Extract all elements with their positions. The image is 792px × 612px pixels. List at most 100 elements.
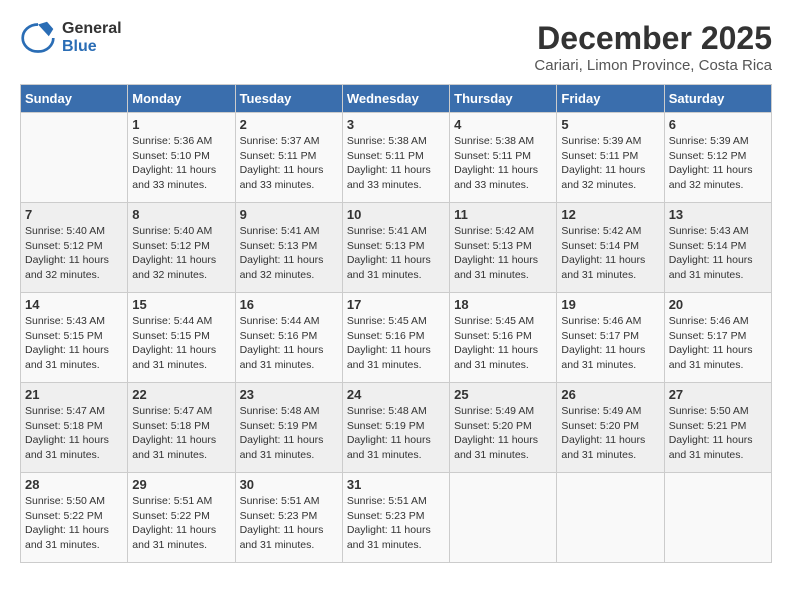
day-cell: 8 Sunrise: 5:40 AM Sunset: 5:12 PM Daylig…	[128, 203, 235, 293]
day-number: 8	[132, 207, 230, 222]
day-number: 17	[347, 297, 445, 312]
day-cell: 4 Sunrise: 5:38 AM Sunset: 5:11 PM Daylig…	[450, 113, 557, 203]
day-info: Sunrise: 5:49 AM Sunset: 5:20 PM Dayligh…	[454, 404, 552, 463]
day-cell: 1 Sunrise: 5:36 AM Sunset: 5:10 PM Daylig…	[128, 113, 235, 203]
week-row-1: 1 Sunrise: 5:36 AM Sunset: 5:10 PM Daylig…	[21, 113, 772, 203]
logo-icon	[20, 20, 56, 56]
day-cell: 7 Sunrise: 5:40 AM Sunset: 5:12 PM Daylig…	[21, 203, 128, 293]
day-cell	[450, 473, 557, 563]
day-number: 19	[561, 297, 659, 312]
day-cell: 26Sunrise: 5:49 AM Sunset: 5:20 PM Dayli…	[557, 383, 664, 473]
day-info: Sunrise: 5:45 AM Sunset: 5:16 PM Dayligh…	[347, 314, 445, 373]
day-cell: 28 Sunrise: 5:50 AM Sunset: 5:22 PM Dayli…	[21, 473, 128, 563]
day-cell: 27Sunrise: 5:50 AM Sunset: 5:21 PM Dayli…	[664, 383, 771, 473]
day-info: Sunrise: 5:38 AM Sunset: 5:11 PM Dayligh…	[347, 134, 445, 193]
day-number: 12	[561, 207, 659, 222]
day-cell: 6 Sunrise: 5:39 AM Sunset: 5:12 PM Daylig…	[664, 113, 771, 203]
day-cell: 12Sunrise: 5:42 AM Sunset: 5:14 PM Dayli…	[557, 203, 664, 293]
day-cell: 23Sunrise: 5:48 AM Sunset: 5:19 PM Dayli…	[235, 383, 342, 473]
week-row-5: 28 Sunrise: 5:50 AM Sunset: 5:22 PM Dayli…	[21, 473, 772, 563]
day-cell: 16 Sunrise: 5:44 AM Sunset: 5:16 PM Dayli…	[235, 293, 342, 383]
day-number: 22	[132, 387, 230, 402]
day-cell: 29 Sunrise: 5:51 AM Sunset: 5:22 PM Dayli…	[128, 473, 235, 563]
calendar-table: SundayMondayTuesdayWednesdayThursdayFrid…	[20, 84, 772, 563]
day-cell: 25 Sunrise: 5:49 AM Sunset: 5:20 PM Dayli…	[450, 383, 557, 473]
day-cell: 13Sunrise: 5:43 AM Sunset: 5:14 PM Dayli…	[664, 203, 771, 293]
header-sunday: Sunday	[21, 85, 128, 113]
day-number: 31	[347, 477, 445, 492]
day-number: 16	[240, 297, 338, 312]
day-cell: 3 Sunrise: 5:38 AM Sunset: 5:11 PM Daylig…	[342, 113, 449, 203]
week-row-3: 14 Sunrise: 5:43 AM Sunset: 5:15 PM Dayli…	[21, 293, 772, 383]
week-row-4: 21 Sunrise: 5:47 AM Sunset: 5:18 PM Dayli…	[21, 383, 772, 473]
logo-blue-text: Blue	[62, 38, 122, 56]
location: Cariari, Limon Province, Costa Rica	[534, 57, 772, 74]
day-cell	[557, 473, 664, 563]
day-number: 24	[347, 387, 445, 402]
day-cell	[21, 113, 128, 203]
day-cell: 10 Sunrise: 5:41 AM Sunset: 5:13 PM Dayli…	[342, 203, 449, 293]
day-cell: 15 Sunrise: 5:44 AM Sunset: 5:15 PM Dayli…	[128, 293, 235, 383]
day-number: 2	[240, 117, 338, 132]
day-info: Sunrise: 5:45 AM Sunset: 5:16 PM Dayligh…	[454, 314, 552, 373]
title-block: December 2025 Cariari, Limon Province, C…	[534, 20, 772, 74]
day-cell: 9 Sunrise: 5:41 AM Sunset: 5:13 PM Daylig…	[235, 203, 342, 293]
header-tuesday: Tuesday	[235, 85, 342, 113]
day-info: Sunrise: 5:41 AM Sunset: 5:13 PM Dayligh…	[240, 224, 338, 283]
day-info: Sunrise: 5:46 AM Sunset: 5:17 PM Dayligh…	[669, 314, 767, 373]
day-info: Sunrise: 5:38 AM Sunset: 5:11 PM Dayligh…	[454, 134, 552, 193]
day-info: Sunrise: 5:43 AM Sunset: 5:14 PM Dayligh…	[669, 224, 767, 283]
day-info: Sunrise: 5:50 AM Sunset: 5:22 PM Dayligh…	[25, 494, 123, 553]
day-number: 18	[454, 297, 552, 312]
day-cell: 18 Sunrise: 5:45 AM Sunset: 5:16 PM Dayli…	[450, 293, 557, 383]
day-info: Sunrise: 5:44 AM Sunset: 5:16 PM Dayligh…	[240, 314, 338, 373]
day-info: Sunrise: 5:39 AM Sunset: 5:12 PM Dayligh…	[669, 134, 767, 193]
header-friday: Friday	[557, 85, 664, 113]
day-cell: 31Sunrise: 5:51 AM Sunset: 5:23 PM Dayli…	[342, 473, 449, 563]
day-number: 4	[454, 117, 552, 132]
day-number: 26	[561, 387, 659, 402]
day-number: 23	[240, 387, 338, 402]
header-monday: Monday	[128, 85, 235, 113]
day-number: 9	[240, 207, 338, 222]
day-info: Sunrise: 5:40 AM Sunset: 5:12 PM Dayligh…	[25, 224, 123, 283]
day-number: 29	[132, 477, 230, 492]
day-number: 14	[25, 297, 123, 312]
day-number: 7	[25, 207, 123, 222]
day-cell: 24 Sunrise: 5:48 AM Sunset: 5:19 PM Dayli…	[342, 383, 449, 473]
day-cell: 20Sunrise: 5:46 AM Sunset: 5:17 PM Dayli…	[664, 293, 771, 383]
day-info: Sunrise: 5:41 AM Sunset: 5:13 PM Dayligh…	[347, 224, 445, 283]
day-info: Sunrise: 5:44 AM Sunset: 5:15 PM Dayligh…	[132, 314, 230, 373]
day-info: Sunrise: 5:47 AM Sunset: 5:18 PM Dayligh…	[132, 404, 230, 463]
day-number: 1	[132, 117, 230, 132]
day-cell: 14 Sunrise: 5:43 AM Sunset: 5:15 PM Dayli…	[21, 293, 128, 383]
day-number: 28	[25, 477, 123, 492]
day-cell: 2 Sunrise: 5:37 AM Sunset: 5:11 PM Daylig…	[235, 113, 342, 203]
day-info: Sunrise: 5:37 AM Sunset: 5:11 PM Dayligh…	[240, 134, 338, 193]
day-info: Sunrise: 5:50 AM Sunset: 5:21 PM Dayligh…	[669, 404, 767, 463]
day-info: Sunrise: 5:51 AM Sunset: 5:23 PM Dayligh…	[240, 494, 338, 553]
day-number: 10	[347, 207, 445, 222]
day-cell: 17 Sunrise: 5:45 AM Sunset: 5:16 PM Dayli…	[342, 293, 449, 383]
day-info: Sunrise: 5:40 AM Sunset: 5:12 PM Dayligh…	[132, 224, 230, 283]
day-number: 3	[347, 117, 445, 132]
day-info: Sunrise: 5:51 AM Sunset: 5:22 PM Dayligh…	[132, 494, 230, 553]
day-number: 30	[240, 477, 338, 492]
day-number: 15	[132, 297, 230, 312]
page-header: General Blue December 2025 Cariari, Limo…	[20, 20, 772, 74]
day-info: Sunrise: 5:42 AM Sunset: 5:13 PM Dayligh…	[454, 224, 552, 283]
day-info: Sunrise: 5:48 AM Sunset: 5:19 PM Dayligh…	[347, 404, 445, 463]
day-info: Sunrise: 5:43 AM Sunset: 5:15 PM Dayligh…	[25, 314, 123, 373]
logo: General Blue	[20, 20, 122, 56]
day-info: Sunrise: 5:39 AM Sunset: 5:11 PM Dayligh…	[561, 134, 659, 193]
day-number: 11	[454, 207, 552, 222]
header-wednesday: Wednesday	[342, 85, 449, 113]
week-row-2: 7 Sunrise: 5:40 AM Sunset: 5:12 PM Daylig…	[21, 203, 772, 293]
day-number: 6	[669, 117, 767, 132]
logo-text: General Blue	[62, 20, 122, 55]
day-number: 5	[561, 117, 659, 132]
day-info: Sunrise: 5:36 AM Sunset: 5:10 PM Dayligh…	[132, 134, 230, 193]
day-number: 25	[454, 387, 552, 402]
logo-general-text: General	[62, 20, 122, 38]
day-number: 21	[25, 387, 123, 402]
